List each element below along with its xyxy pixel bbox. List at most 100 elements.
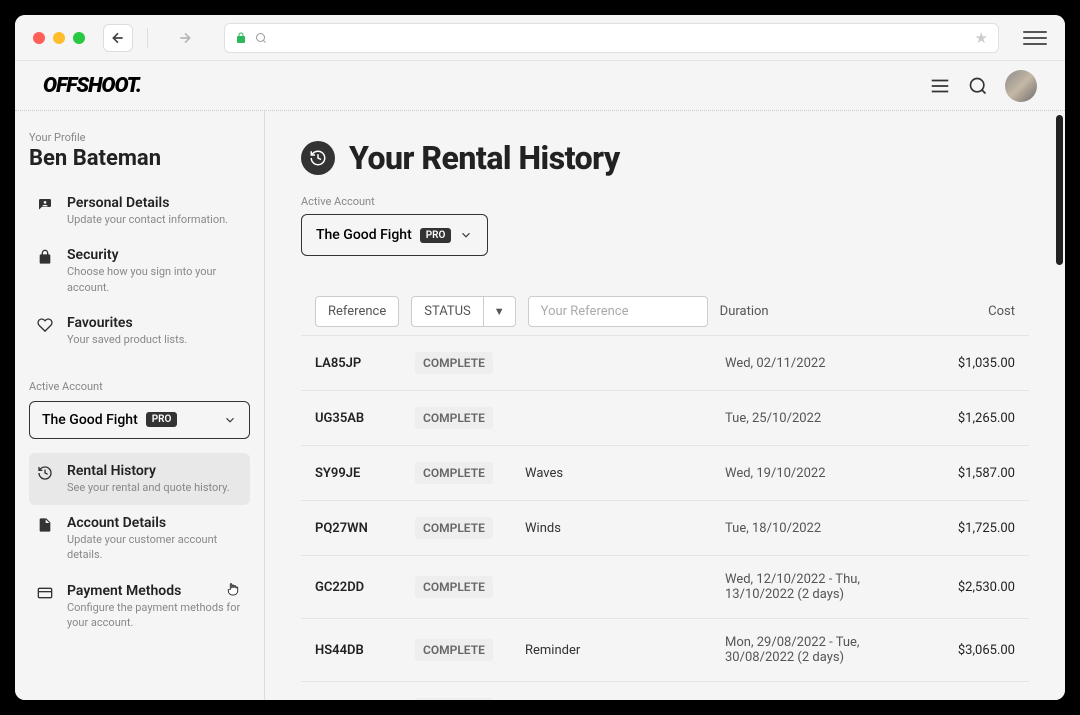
window-controls — [33, 32, 85, 44]
status-filter[interactable]: STATUS ▼ — [411, 296, 515, 327]
sidebar-item-label: Security — [67, 247, 244, 263]
ref-cell: HS44DB — [315, 643, 415, 658]
rental-table: LA85JPCOMPLETEWed, 02/11/2022$1,035.00UG… — [301, 335, 1029, 700]
duration-cell: Wed, 19/10/2022 — [725, 466, 915, 481]
sidebar-item-label: Payment Methods — [67, 583, 244, 599]
table-row[interactable]: LA85JPCOMPLETE Wed, 02/11/2022$1,035.00 — [301, 335, 1029, 390]
your-reference-input[interactable] — [528, 296, 708, 327]
table-row[interactable]: RA18JKCOMPLETEMon, 22/08/2022 - Wed,$5,1… — [301, 681, 1029, 700]
sidebar: Your Profile Ben Bateman Personal Detail… — [15, 111, 265, 700]
sidebar-item-label: Favourites — [67, 315, 244, 331]
cost-cell: $1,035.00 — [915, 356, 1015, 371]
chevron-down-icon[interactable]: ▼ — [484, 298, 515, 325]
your-ref-cell: Winds — [525, 521, 725, 536]
minimize-window[interactable] — [53, 32, 65, 44]
id-card-icon — [35, 197, 55, 227]
lock-icon — [235, 32, 247, 44]
active-account-label: Active Account — [29, 380, 250, 393]
duration-header: Duration — [720, 304, 769, 319]
search-icon — [255, 32, 267, 44]
ref-cell: SY99JE — [315, 466, 415, 481]
sidebar-item-label: Account Details — [67, 515, 244, 531]
sidebar-item-sub: Your saved product lists. — [67, 332, 244, 347]
back-button[interactable] — [103, 24, 133, 52]
duration-cell: Tue, 18/10/2022 — [725, 521, 915, 536]
ref-cell: UG35AB — [315, 411, 415, 426]
sidebar-item-rental-history[interactable]: Rental History See your rental and quote… — [29, 453, 250, 505]
heart-icon — [35, 317, 55, 347]
main-content: Your Rental History Active Account The G… — [265, 111, 1065, 700]
cost-cell: $2,530.00 — [915, 580, 1015, 595]
search-button[interactable] — [959, 67, 997, 105]
status-label: STATUS — [412, 297, 484, 326]
pro-badge: PRO — [420, 228, 452, 243]
logo[interactable]: OFFSHOOT. — [43, 74, 141, 98]
active-account-label: Active Account — [301, 195, 1029, 208]
sidebar-item-sub: Update your contact information. — [67, 212, 244, 227]
sidebar-item-personal-details[interactable]: Personal Details Update your contact inf… — [29, 185, 250, 237]
sidebar-item-account-details[interactable]: Account Details Update your customer acc… — [29, 505, 250, 573]
ref-cell: GC22DD — [315, 580, 415, 595]
sidebar-item-sub: Configure the payment methods for your a… — [67, 600, 244, 631]
maximize-window[interactable] — [73, 32, 85, 44]
status-cell: COMPLETE — [415, 576, 525, 598]
forward-button[interactable] — [170, 24, 200, 52]
browser-menu[interactable] — [1023, 31, 1047, 45]
menu-button[interactable] — [921, 67, 959, 105]
your-ref-cell: Waves — [525, 466, 725, 481]
table-row[interactable]: GC22DDCOMPLETE Wed, 12/10/2022 - Thu, 13/… — [301, 555, 1029, 618]
url-bar[interactable]: ★ — [224, 23, 999, 53]
cost-cell: $3,065.00 — [915, 643, 1015, 658]
duration-cell: Mon, 29/08/2022 - Tue, 30/08/2022 (2 day… — [725, 635, 915, 665]
status-cell: COMPLETE — [415, 517, 525, 539]
your-profile-label: Your Profile — [29, 131, 250, 144]
ref-cell: PQ27WN — [315, 521, 415, 536]
cost-header: Cost — [988, 304, 1015, 319]
ref-cell: LA85JP — [315, 356, 415, 371]
sidebar-item-favourites[interactable]: Favourites Your saved product lists. — [29, 305, 250, 357]
sidebar-item-sub: See your rental and quote history. — [67, 480, 244, 495]
chevron-down-icon — [223, 413, 237, 427]
sidebar-item-label: Personal Details — [67, 195, 244, 211]
browser-titlebar: ★ — [15, 15, 1065, 61]
avatar[interactable] — [1005, 70, 1037, 102]
document-icon — [35, 517, 55, 563]
account-select-main[interactable]: The Good Fight PRO — [301, 214, 488, 256]
duration-cell: Tue, 25/10/2022 — [725, 411, 915, 426]
status-cell: COMPLETE — [415, 462, 525, 484]
table-row[interactable]: HS44DBCOMPLETEReminderMon, 29/08/2022 - … — [301, 618, 1029, 681]
sidebar-item-payment-methods[interactable]: Payment Methods Configure the payment me… — [29, 573, 250, 641]
your-ref-cell: Reminder — [525, 643, 725, 658]
status-cell: COMPLETE — [415, 352, 525, 374]
cost-cell: $1,725.00 — [915, 521, 1015, 536]
cost-cell: $1,265.00 — [915, 411, 1015, 426]
app-header: OFFSHOOT. — [15, 61, 1065, 111]
sidebar-item-sub: Choose how you sign into your account. — [67, 264, 244, 295]
account-name: The Good Fight — [316, 227, 412, 243]
status-cell: COMPLETE — [415, 407, 525, 429]
close-window[interactable] — [33, 32, 45, 44]
scrollbar[interactable] — [1056, 115, 1063, 265]
account-select[interactable]: The Good Fight PRO — [29, 401, 250, 439]
table-row[interactable]: UG35ABCOMPLETE Tue, 25/10/2022$1,265.00 — [301, 390, 1029, 445]
duration-cell: Wed, 12/10/2022 - Thu, 13/10/2022 (2 day… — [725, 572, 915, 602]
cost-cell: $1,587.00 — [915, 466, 1015, 481]
lock-icon — [35, 249, 55, 295]
reference-sort[interactable]: Reference — [315, 296, 399, 327]
username: Ben Bateman — [29, 146, 250, 171]
table-row[interactable]: PQ27WNCOMPLETEWindsTue, 18/10/2022$1,725… — [301, 500, 1029, 555]
page-title: Your Rental History — [349, 139, 620, 177]
chevron-down-icon — [459, 228, 473, 242]
credit-card-icon — [35, 585, 55, 631]
status-cell: COMPLETE — [415, 698, 525, 700]
status-cell: COMPLETE — [415, 639, 525, 661]
sidebar-item-label: Rental History — [67, 463, 244, 479]
bookmark-icon[interactable]: ★ — [975, 29, 988, 47]
pro-badge: PRO — [146, 412, 178, 427]
history-icon — [301, 141, 335, 175]
duration-cell: Wed, 02/11/2022 — [725, 356, 915, 371]
sidebar-item-security[interactable]: Security Choose how you sign into your a… — [29, 237, 250, 305]
account-name: The Good Fight — [42, 412, 138, 428]
history-icon — [35, 465, 55, 495]
table-row[interactable]: SY99JECOMPLETEWavesWed, 19/10/2022$1,587… — [301, 445, 1029, 500]
